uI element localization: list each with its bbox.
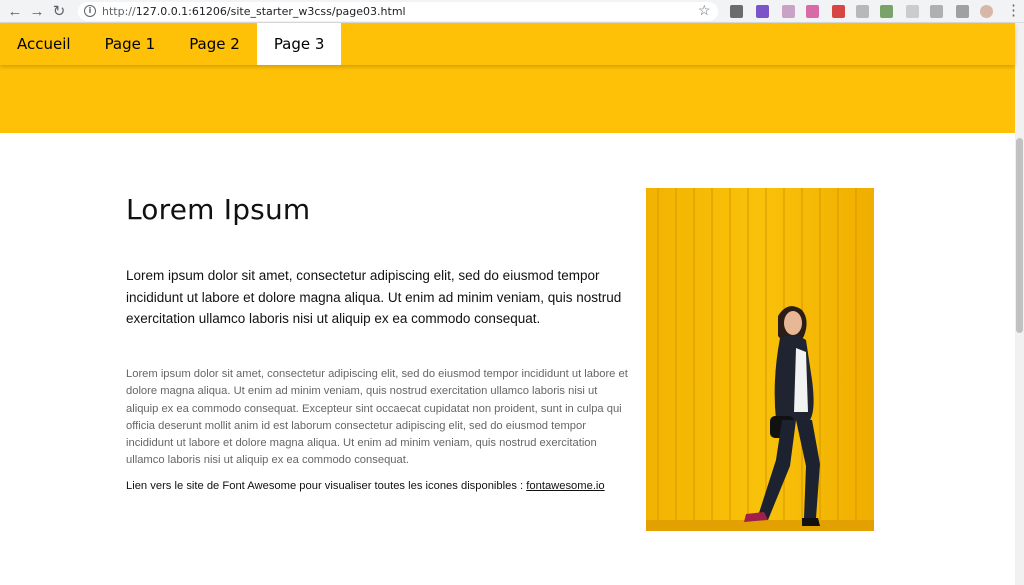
extension-icon[interactable] (930, 5, 943, 18)
extension-icon[interactable] (832, 5, 845, 18)
extension-icon[interactable] (956, 5, 969, 18)
nav-item-page-3[interactable]: Page 3 (256, 23, 342, 65)
lead-paragraph: Lorem ipsum dolor sit amet, consectetur … (126, 268, 622, 326)
photo-illustration (646, 188, 874, 531)
nav-item-page-1[interactable]: Page 1 (88, 23, 173, 65)
profile-avatar-icon[interactable] (980, 5, 993, 18)
browser-menu-icon[interactable]: ⋮ (1006, 1, 1021, 19)
bookmark-star-icon[interactable]: ☆ (698, 2, 711, 19)
fontawesome-link-line: Lien vers le site de Font Awesome pour v… (126, 480, 605, 492)
page-scrollbar[interactable] (1015, 23, 1024, 585)
fontawesome-link[interactable]: fontawesome.io (526, 480, 604, 492)
extension-icon[interactable] (756, 5, 769, 18)
extension-icon[interactable] (806, 5, 819, 18)
back-arrow-icon[interactable]: ← (4, 0, 26, 22)
body-paragraph: Lorem ipsum dolor sit amet, consectetur … (126, 368, 628, 467)
url-protocol: http:// (102, 4, 136, 18)
forward-arrow-icon[interactable]: → (26, 0, 48, 22)
page-title: Lorem Ipsum (126, 193, 311, 226)
header-banner (0, 65, 1015, 133)
woman-walking-photo (646, 188, 874, 531)
scrollbar-thumb[interactable] (1016, 138, 1023, 333)
nav-item-accueil[interactable]: Accueil (0, 23, 88, 65)
site-info-icon[interactable]: i (84, 5, 96, 17)
extension-icon[interactable] (880, 5, 893, 18)
browser-toolbar: ← → ↻ i http://127.0.0.1:61206/site_star… (0, 0, 1024, 23)
reload-icon[interactable]: ↻ (48, 0, 70, 22)
extension-icon[interactable] (782, 5, 795, 18)
extension-icon[interactable] (856, 5, 869, 18)
extension-icon[interactable] (730, 5, 743, 18)
site-navbar: Accueil Page 1 Page 2 Page 3 (0, 23, 1015, 65)
url-path: 127.0.0.1:61206/site_starter_w3css/page0… (135, 4, 406, 18)
address-bar[interactable]: i http://127.0.0.1:61206/site_starter_w3… (78, 1, 718, 21)
link-prefix-text: Lien vers le site de Font Awesome pour v… (126, 480, 527, 492)
nav-item-page-2[interactable]: Page 2 (172, 23, 257, 65)
extension-icon[interactable] (906, 5, 919, 18)
